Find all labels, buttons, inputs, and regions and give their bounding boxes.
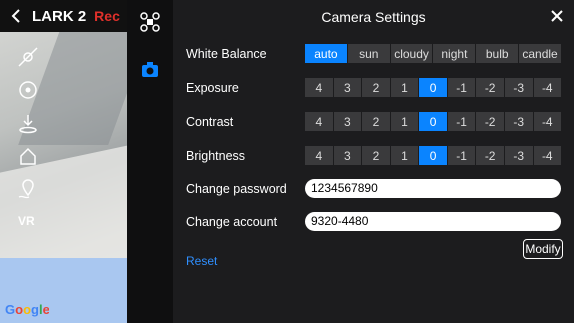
- account-input[interactable]: 9320-4480: [305, 212, 561, 231]
- return-home-icon[interactable]: [16, 144, 44, 177]
- change-account-label: Change account: [186, 215, 278, 229]
- camera-view: LARK 2 Rec VR Google: [0, 0, 127, 323]
- segment-option[interactable]: 0: [418, 78, 447, 97]
- flight-tools: VR: [16, 45, 44, 243]
- camera-icon[interactable]: [139, 59, 161, 81]
- segment-option[interactable]: -4: [532, 146, 562, 165]
- segment-option[interactable]: cloudy: [389, 44, 433, 63]
- segment-option[interactable]: 1: [389, 78, 419, 97]
- white-balance-control: auto sun cloudy night bulb candle: [305, 44, 561, 63]
- segment-option[interactable]: 0: [418, 146, 447, 165]
- segment-option[interactable]: -4: [532, 112, 562, 131]
- segment-option[interactable]: sun: [346, 44, 390, 63]
- google-logo: Google: [5, 301, 50, 320]
- segment-option[interactable]: 3: [332, 112, 362, 131]
- record-label[interactable]: Rec: [94, 8, 120, 24]
- segment-option[interactable]: -1: [446, 78, 476, 97]
- segment-option[interactable]: night: [432, 44, 476, 63]
- modify-button[interactable]: Modify: [523, 239, 563, 259]
- svg-text:Google: Google: [5, 302, 49, 317]
- segment-option[interactable]: -4: [532, 78, 562, 97]
- side-nav: [127, 0, 173, 323]
- segment-option[interactable]: 1: [389, 146, 419, 165]
- segment-option[interactable]: 3: [332, 78, 362, 97]
- contrast-label: Contrast: [186, 115, 234, 129]
- segment-option[interactable]: -2: [475, 78, 504, 97]
- back-arrow-icon[interactable]: [0, 0, 32, 32]
- panel-title: Camera Settings: [321, 9, 426, 25]
- exposure-control: 4 3 2 1 0 -1 -2 -3 -4: [305, 78, 562, 97]
- brightness-control: 4 3 2 1 0 -1 -2 -3 -4: [305, 146, 562, 165]
- segment-option[interactable]: auto: [305, 44, 347, 63]
- password-input[interactable]: 1234567890: [305, 179, 561, 198]
- takeoff-icon[interactable]: [16, 78, 44, 111]
- segment-option[interactable]: -3: [503, 146, 533, 165]
- svg-text:VR: VR: [18, 214, 35, 228]
- top-bar: LARK 2 Rec: [0, 0, 127, 32]
- segment-option[interactable]: 2: [361, 146, 390, 165]
- close-icon[interactable]: [550, 9, 564, 23]
- segment-option[interactable]: -3: [503, 112, 533, 131]
- segment-option[interactable]: candle: [518, 44, 561, 63]
- segment-option[interactable]: -3: [503, 78, 533, 97]
- segment-option[interactable]: 2: [361, 112, 390, 131]
- segment-option[interactable]: 0: [418, 112, 447, 131]
- segment-option[interactable]: -2: [475, 146, 504, 165]
- exposure-label: Exposure: [186, 81, 239, 95]
- segment-option[interactable]: 3: [332, 146, 362, 165]
- brightness-label: Brightness: [186, 149, 246, 163]
- white-balance-label: White Balance: [186, 47, 267, 61]
- segment-option[interactable]: 4: [305, 78, 333, 97]
- segment-option[interactable]: -2: [475, 112, 504, 131]
- vr-icon[interactable]: VR: [16, 210, 44, 243]
- landing-icon[interactable]: [16, 111, 44, 144]
- reset-link[interactable]: Reset: [186, 254, 217, 268]
- segment-option[interactable]: 4: [305, 146, 333, 165]
- segment-option[interactable]: 1: [389, 112, 419, 131]
- segment-option[interactable]: -1: [446, 112, 476, 131]
- drone-icon[interactable]: [139, 11, 161, 33]
- mini-map[interactable]: Google: [0, 258, 127, 323]
- change-password-label: Change password: [186, 182, 287, 196]
- gimbal-icon[interactable]: [16, 45, 44, 78]
- drone-name: LARK 2: [32, 7, 87, 25]
- segment-option[interactable]: -1: [446, 146, 476, 165]
- contrast-control: 4 3 2 1 0 -1 -2 -3 -4: [305, 112, 562, 131]
- camera-settings-panel: Camera Settings White Balance auto sun clo…: [173, 0, 574, 323]
- segment-option[interactable]: bulb: [475, 44, 519, 63]
- segment-option[interactable]: 2: [361, 78, 390, 97]
- waypoint-icon[interactable]: [16, 177, 44, 210]
- segment-option[interactable]: 4: [305, 112, 333, 131]
